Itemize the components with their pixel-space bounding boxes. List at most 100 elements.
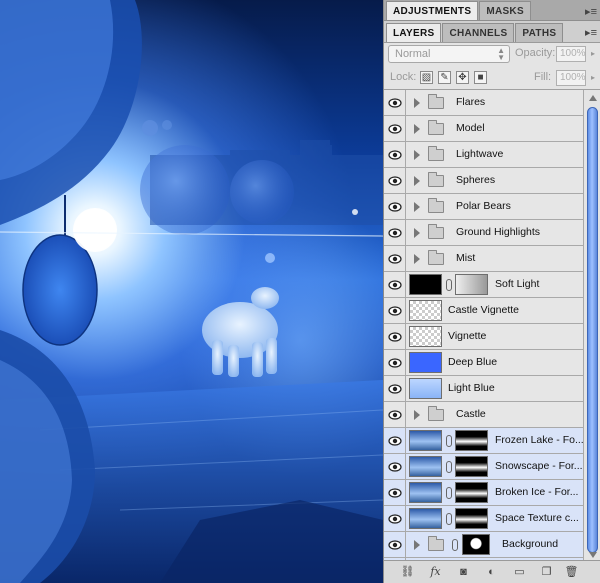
visibility-eye-icon[interactable] (384, 402, 406, 427)
layer-name: Soft Light (495, 278, 540, 290)
lock-transparent-icon[interactable]: ▧ (420, 71, 433, 84)
chain-link-icon[interactable] (446, 513, 452, 525)
visibility-eye-icon[interactable] (384, 220, 406, 245)
layer-row[interactable]: Frozen Lake - Fo... (384, 428, 583, 454)
layers-scrollbar[interactable] (583, 90, 600, 560)
expand-triangle-icon[interactable] (414, 176, 420, 186)
layer-row[interactable]: Model (384, 116, 583, 142)
layer-row[interactable]: Spheres (384, 168, 583, 194)
layer-row[interactable]: Space Texture c... (384, 506, 583, 532)
folder-icon (428, 250, 444, 265)
lock-all-icon[interactable]: ■ (474, 71, 487, 84)
layer-row[interactable]: Flares (384, 90, 583, 116)
layer-thumbnail[interactable] (409, 378, 442, 399)
layer-mask-thumbnail[interactable] (455, 482, 488, 503)
visibility-eye-icon[interactable] (384, 324, 406, 349)
layer-row[interactable]: Lightwave (384, 142, 583, 168)
lock-position-icon[interactable]: ✥ (456, 71, 469, 84)
layer-row[interactable]: Broken Ice - For... (384, 480, 583, 506)
layers-menu-icon[interactable]: ▸≡ (585, 26, 597, 39)
new-layer-icon[interactable]: ❐ (539, 565, 554, 579)
tab-layers[interactable]: LAYERS (386, 23, 442, 42)
expand-triangle-icon[interactable] (414, 98, 420, 108)
layer-thumbnail[interactable] (409, 326, 442, 347)
visibility-eye-icon[interactable] (384, 246, 406, 271)
visibility-eye-icon[interactable] (384, 298, 406, 323)
visibility-eye-icon[interactable] (384, 428, 406, 453)
blend-row: Normal ▲ ▼ Opacity: 100% ▸ (384, 43, 600, 65)
trash-icon[interactable]: 🗑 (564, 565, 579, 579)
visibility-eye-icon[interactable] (384, 116, 406, 141)
scroll-down-arrow-icon[interactable] (589, 552, 597, 558)
expand-triangle-icon[interactable] (414, 150, 420, 160)
chain-link-icon[interactable] (446, 279, 452, 291)
chain-link-icon[interactable] (452, 539, 458, 551)
opacity-input[interactable]: 100% ▸ (556, 46, 595, 62)
layer-thumbnail[interactable] (409, 482, 442, 503)
layer-row[interactable]: Vignette (384, 324, 583, 350)
layer-row[interactable]: Mist (384, 246, 583, 272)
expand-triangle-icon[interactable] (414, 540, 420, 550)
expand-triangle-icon[interactable] (414, 254, 420, 264)
fill-input[interactable]: 100% ▸ (556, 70, 595, 86)
tab-adjustments[interactable]: ADJUSTMENTS (386, 1, 479, 20)
tab-paths[interactable]: PATHS (515, 23, 564, 42)
layer-row[interactable]: Snowscape - For... (384, 454, 583, 480)
layers-panel: ADJUSTMENTS MASKS ▸≡ LAYERS CHANNELS PAT… (383, 0, 600, 583)
layer-thumbnail[interactable] (409, 456, 442, 477)
visibility-eye-icon[interactable] (384, 168, 406, 193)
layer-row[interactable]: Polar Bears (384, 194, 583, 220)
layer-mask-thumbnail[interactable] (455, 430, 488, 451)
layer-thumbnail[interactable] (409, 352, 442, 373)
expand-triangle-icon[interactable] (414, 124, 420, 134)
blend-mode-select[interactable]: Normal ▲ ▼ (388, 45, 510, 63)
layer-row[interactable]: Background (384, 532, 583, 558)
lock-pixels-icon[interactable]: ✎ (438, 71, 451, 84)
panel-menu-icon[interactable]: ▸≡ (585, 5, 597, 18)
layer-mask-thumbnail[interactable] (455, 508, 488, 529)
visibility-eye-icon[interactable] (384, 142, 406, 167)
document-canvas[interactable] (0, 0, 383, 583)
add-mask-icon[interactable]: ◙ (456, 565, 471, 579)
layer-row[interactable]: Ground Highlights (384, 220, 583, 246)
opacity-label: Opacity: (515, 47, 556, 59)
visibility-eye-icon[interactable] (384, 532, 406, 557)
visibility-eye-icon[interactable] (384, 454, 406, 479)
chain-link-icon[interactable] (446, 461, 452, 473)
folder-icon (428, 146, 444, 161)
tab-masks[interactable]: MASKS (479, 1, 531, 20)
layer-thumbnail[interactable] (409, 508, 442, 529)
layer-row[interactable]: Light Blue (384, 376, 583, 402)
fx-icon[interactable]: fx (428, 565, 443, 579)
visibility-eye-icon[interactable] (384, 350, 406, 375)
layer-name: Castle (456, 408, 486, 420)
expand-triangle-icon[interactable] (414, 228, 420, 238)
layer-row[interactable]: Deep Blue (384, 350, 583, 376)
layer-thumbnail[interactable] (409, 274, 442, 295)
chain-link-icon[interactable] (446, 435, 452, 447)
artwork (0, 0, 383, 583)
layer-thumbnail[interactable] (409, 430, 442, 451)
layer-row[interactable]: Castle Vignette (384, 298, 583, 324)
expand-triangle-icon[interactable] (414, 202, 420, 212)
chain-link-icon[interactable] (446, 487, 452, 499)
visibility-eye-icon[interactable] (384, 90, 406, 115)
link-layers-icon[interactable]: ⛓ (400, 565, 415, 579)
layer-row[interactable]: Soft Light (384, 272, 583, 298)
visibility-eye-icon[interactable] (384, 506, 406, 531)
visibility-eye-icon[interactable] (384, 376, 406, 401)
tab-channels[interactable]: CHANNELS (442, 23, 515, 42)
visibility-eye-icon[interactable] (384, 272, 406, 297)
new-group-icon[interactable]: ▭ (512, 565, 527, 579)
layer-mask-thumbnail[interactable] (455, 456, 488, 477)
adjustment-layer-icon[interactable]: ◐ (484, 565, 499, 579)
expand-triangle-icon[interactable] (414, 410, 420, 420)
scroll-up-arrow-icon[interactable] (589, 95, 597, 101)
layer-mask-thumbnail[interactable] (462, 534, 490, 555)
layer-row[interactable]: Castle (384, 402, 583, 428)
visibility-eye-icon[interactable] (384, 194, 406, 219)
layer-mask-thumbnail[interactable] (455, 274, 488, 295)
layer-thumbnail[interactable] (409, 300, 442, 321)
scrollbar-thumb[interactable] (587, 107, 598, 553)
visibility-eye-icon[interactable] (384, 480, 406, 505)
